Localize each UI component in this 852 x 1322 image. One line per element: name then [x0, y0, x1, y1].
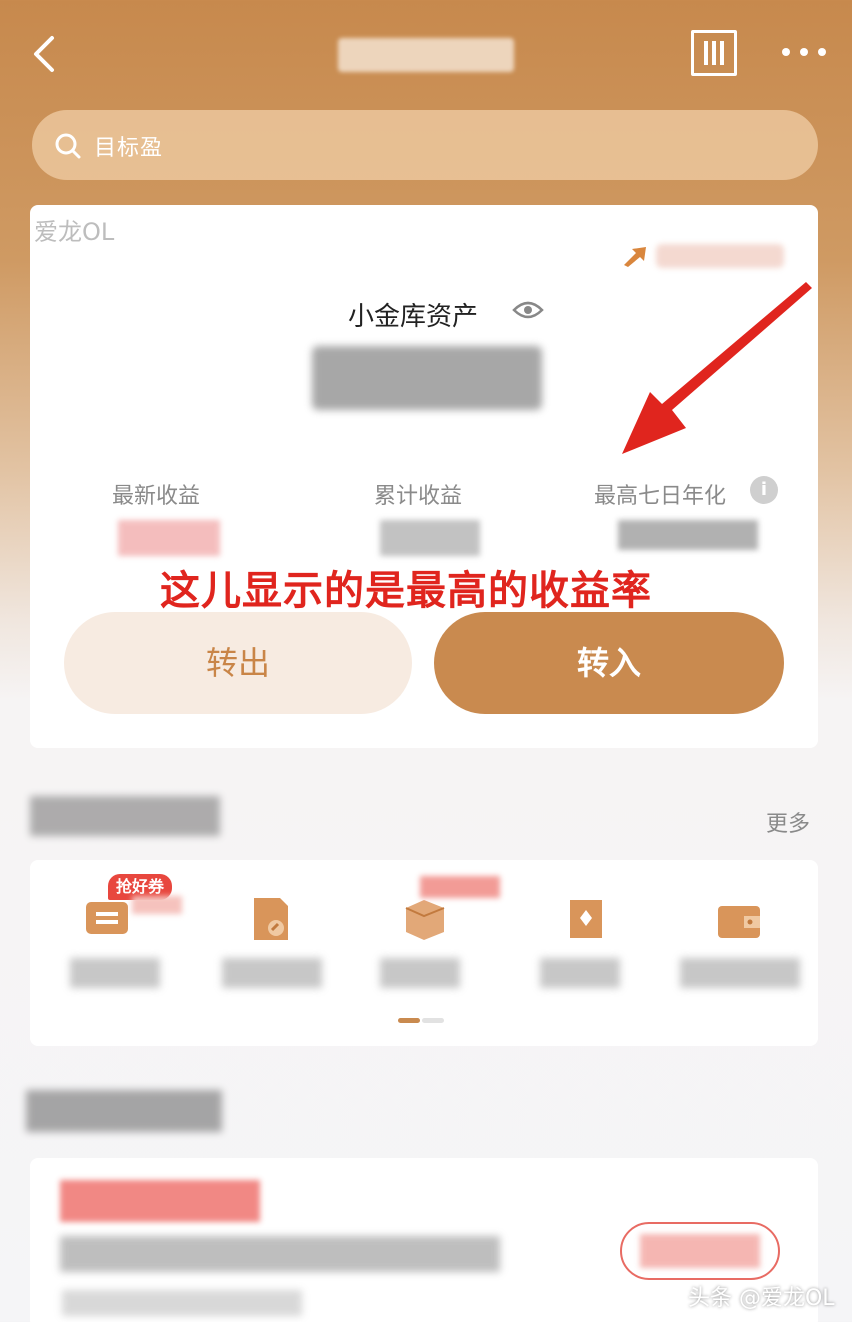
wallet-icon[interactable] — [714, 896, 764, 946]
task-label-redacted — [680, 958, 800, 988]
chevron-left-icon — [34, 36, 54, 72]
box-icon[interactable] — [400, 894, 450, 944]
welfare-action-label-redacted — [640, 1234, 760, 1268]
task-label-redacted — [540, 958, 620, 988]
document-icon[interactable] — [246, 894, 296, 944]
annotation-arrow-icon — [622, 282, 812, 454]
more-dots-icon[interactable] — [780, 44, 830, 64]
back-button[interactable] — [24, 30, 68, 78]
transfer-out-button[interactable]: 转出 — [64, 612, 412, 714]
annotation-text: 这儿显示的是最高的收益率 — [160, 568, 652, 614]
more-link[interactable]: 更多 — [766, 806, 810, 838]
welfare-sub-redacted — [62, 1290, 302, 1316]
grid-columns-icon[interactable] — [691, 30, 737, 76]
asset-title: 小金库资产 — [348, 302, 479, 332]
max-seven-day-yield-label: 最高七日年化 — [594, 484, 727, 509]
card-icon[interactable] — [562, 894, 612, 944]
welfare-desc-redacted — [60, 1236, 500, 1272]
badge-sub-redacted — [132, 896, 182, 914]
transfer-in-button[interactable]: 转入 — [434, 612, 784, 714]
share-link-redacted[interactable] — [656, 244, 784, 268]
share-arrow-icon — [624, 247, 646, 267]
latest-earnings-label: 最新收益 — [112, 484, 201, 509]
latest-earnings-value-redacted — [118, 520, 220, 556]
search-icon — [55, 133, 81, 159]
page-title-redacted — [338, 38, 514, 72]
tasks-section-title-redacted — [30, 796, 220, 836]
carousel-indicator — [398, 1018, 448, 1024]
task-label-redacted — [380, 958, 460, 988]
eye-icon[interactable] — [512, 298, 544, 322]
asset-amount-redacted — [312, 346, 542, 410]
info-icon[interactable]: i — [750, 476, 778, 504]
yield-value-redacted — [618, 520, 758, 550]
watermark: 爱龙OL — [34, 218, 115, 246]
welfare-title-redacted — [60, 1180, 260, 1222]
task-label-redacted — [222, 958, 322, 988]
search-input[interactable]: 目标盈 — [94, 130, 163, 162]
total-earnings-value-redacted — [380, 520, 480, 556]
total-earnings-label: 累计收益 — [374, 484, 463, 509]
watermark-bottom: 头条 @爱龙OL — [688, 1286, 835, 1311]
badge-redacted — [420, 876, 500, 898]
welfare-section-title-redacted — [26, 1090, 222, 1132]
task-label-redacted — [70, 958, 160, 988]
